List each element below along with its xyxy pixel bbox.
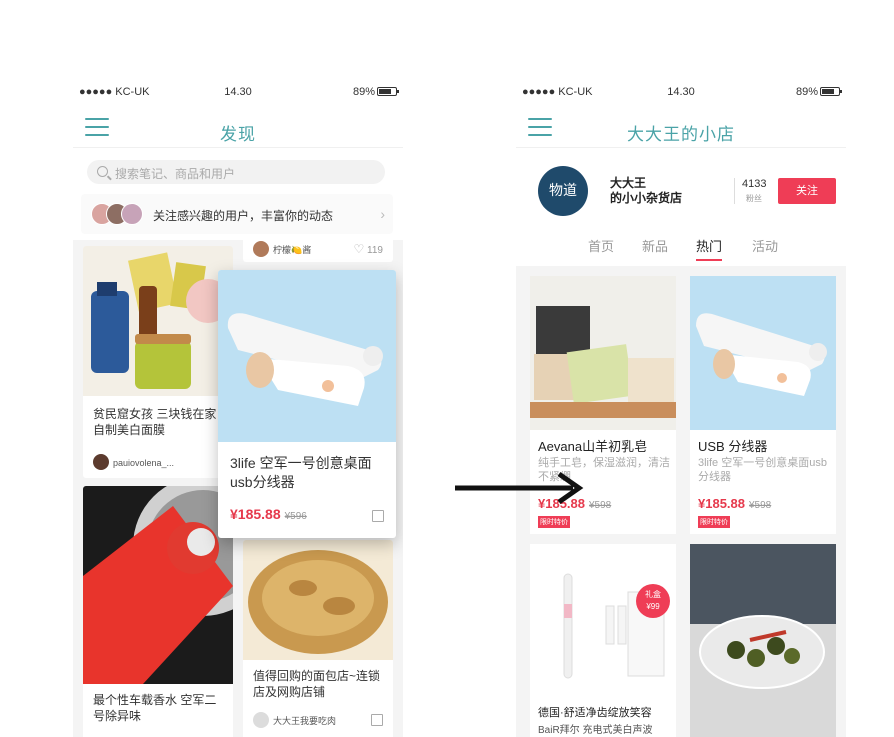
follow-banner-text: 关注感兴趣的用户，丰富你的动态 <box>153 209 334 223</box>
price-value: ¥185.88 <box>698 496 745 511</box>
old-price-value: ¥596 <box>284 511 307 522</box>
nav-bar: 大大王的小店 <box>516 112 846 148</box>
share-icon[interactable] <box>372 510 384 522</box>
feed-card[interactable]: 最个性车载香水 空军二号除异味 <box>83 486 233 737</box>
tab-new[interactable]: 新品 <box>642 236 668 255</box>
feed-card[interactable]: 贫民窟女孩 三块钱在家自制美白面膜 pauiovolena_... <box>83 246 233 478</box>
price-value: ¥185.88 <box>230 506 281 522</box>
product-card[interactable]: 礼盒 ¥99 德国·舒适净齿绽放笑容 BaiR拜尔 充电式美白声波 <box>530 544 676 737</box>
gift-badge-price: ¥99 <box>646 602 660 611</box>
product-title: USB 分线器 <box>698 439 768 454</box>
discover-screen: ●●●●● KC-UK 14.30 89% 发现 搜索笔记、商品和用户 关注感兴… <box>73 70 403 737</box>
product-image <box>690 544 836 737</box>
tab-activity[interactable]: 活动 <box>752 236 778 255</box>
transition-arrow-icon <box>455 471 584 505</box>
product-card[interactable] <box>690 544 836 737</box>
old-price-value: ¥598 <box>589 500 612 511</box>
clock: 14.30 <box>224 86 252 98</box>
battery-percent: 89% <box>795 86 818 98</box>
tab-hot[interactable]: 热门 <box>696 236 723 261</box>
product-desc: 3life 空军一号创意桌面usb分线器 <box>698 457 827 483</box>
product-image <box>690 276 836 430</box>
gift-badge-label: 礼盒 <box>645 590 661 599</box>
store-logo[interactable]: 物道 <box>538 166 588 216</box>
page-title: 发现 <box>220 125 256 144</box>
card-title: 值得回购的面包店~连锁店及网购店铺 <box>253 669 381 699</box>
fans-label: 粉丝 <box>746 194 762 203</box>
store-tabs: 首页 新品 热门 活动 <box>516 236 846 261</box>
like-count[interactable]: ♡ 119 <box>354 242 384 256</box>
product-image <box>530 544 676 694</box>
skincare-products-image <box>91 252 230 389</box>
product-card[interactable]: USB 分线器 3life 空军一号创意桌面usb分线器 ¥185.88 ¥598… <box>690 276 836 534</box>
product-desc: BaiR拜尔 充电式美白声波 <box>538 725 653 736</box>
avatar-stack <box>91 203 147 227</box>
divider <box>734 178 735 204</box>
store-name: 大大王 的小小杂货店 <box>610 176 682 206</box>
product-title: 3life 空军一号创意桌面usb分线器 <box>230 455 372 490</box>
soap-image <box>530 306 676 418</box>
battery-icon <box>377 87 399 96</box>
product-title: 德国·舒适净齿绽放笑容 <box>538 707 652 719</box>
featured-product-card[interactable]: 3life 空军一号创意桌面usb分线器 ¥185.88 ¥596 <box>218 270 396 538</box>
fans-count: 4133 <box>742 178 767 190</box>
clock: 14.30 <box>667 86 695 98</box>
like-count-value: 119 <box>367 245 383 256</box>
card-author: 柠檬🍋酱 <box>253 241 311 257</box>
glass-bowl-image <box>690 615 836 737</box>
tab-home[interactable]: 首页 <box>588 236 614 255</box>
store-screen: ●●●●● KC-UK 14.30 89% 大大王的小店 物道 大大王 的小小杂… <box>516 70 846 737</box>
store-header: 物道 大大王 的小小杂货店 4133 粉丝 关注 <box>516 158 846 220</box>
card-author: pauiovolena_... <box>93 454 174 470</box>
old-price-value: ¥598 <box>749 500 772 511</box>
toothbrush-image <box>563 573 665 679</box>
battery-indicator: 89% <box>795 86 842 98</box>
share-icon[interactable] <box>371 714 383 726</box>
card-title: 贫民窟女孩 三块钱在家自制美白面膜 <box>93 407 217 437</box>
car-fragrance-image <box>83 486 233 684</box>
product-image <box>530 276 676 430</box>
gift-badge: 礼盒 ¥99 <box>636 584 670 618</box>
avatar <box>253 712 269 728</box>
card-image <box>83 486 233 684</box>
card-image <box>83 246 233 396</box>
chevron-right-icon: › <box>380 206 385 222</box>
feed-card-partial[interactable]: 柠檬🍋酱 ♡ 119 <box>243 236 393 262</box>
follow-suggestion-banner[interactable]: 关注感兴趣的用户，丰富你的动态 › <box>81 194 393 234</box>
usb-hub-image <box>227 313 383 406</box>
status-bar: ●●●●● KC-UK 14.30 89% <box>79 86 399 100</box>
avatar <box>121 203 143 225</box>
sale-badge: 限时特价 <box>698 516 730 528</box>
avatar <box>93 454 109 470</box>
card-title: 最个性车载香水 空军二号除异味 <box>93 693 217 723</box>
author-name: 柠檬🍋酱 <box>273 245 312 255</box>
follow-button[interactable]: 关注 <box>778 178 836 204</box>
bread-image <box>248 550 388 654</box>
product-image <box>218 270 396 442</box>
product-price: ¥185.88 ¥596 <box>230 506 307 522</box>
card-author: 大大王我要吃肉 <box>253 712 336 728</box>
usb-hub-image <box>696 313 827 396</box>
battery-percent: 89% <box>352 86 375 98</box>
card-image <box>243 540 393 660</box>
avatar <box>253 241 269 257</box>
search-placeholder: 搜索笔记、商品和用户 <box>115 167 236 181</box>
store-name-line2: 的小小杂货店 <box>610 191 683 205</box>
feed-card[interactable]: 值得回购的面包店~连锁店及网购店铺 大大王我要吃肉 <box>243 540 393 737</box>
product-price: ¥185.88 ¥598 <box>698 496 771 511</box>
heart-icon: ♡ <box>353 242 365 256</box>
search-input[interactable]: 搜索笔记、商品和用户 <box>87 160 385 184</box>
search-icon <box>97 166 108 177</box>
product-title: Aevana山羊初乳皂 <box>538 439 648 454</box>
author-name: 大大王我要吃肉 <box>273 716 337 726</box>
status-bar: ●●●●● KC-UK 14.30 89% <box>522 86 842 100</box>
battery-indicator: 89% <box>352 86 399 98</box>
page-title: 大大王的小店 <box>627 125 735 144</box>
author-name: pauiovolena_... <box>113 458 175 468</box>
sale-badge: 限时特价 <box>538 516 570 528</box>
nav-bar: 发现 <box>73 112 403 148</box>
battery-icon <box>820 87 842 96</box>
store-name-line1: 大大王 <box>610 176 647 190</box>
